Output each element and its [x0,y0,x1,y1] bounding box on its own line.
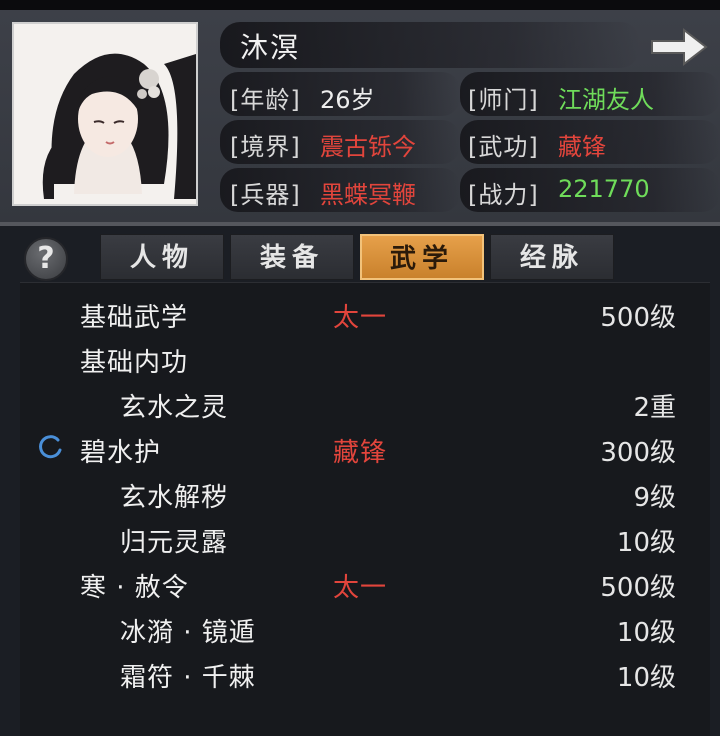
spinner-icon [39,435,62,459]
portrait-image [14,24,196,204]
skill-name: 碧水护 [80,438,162,468]
skill-name: 基础内功 [80,348,189,378]
skill-level: 500级 [600,303,676,333]
arrow-right-icon[interactable] [648,24,710,70]
sect-value: 江湖友人 [558,86,654,114]
realm-label: [境界] [230,133,301,161]
skill-row[interactable]: 寒 · 赦令 太一 500级 [0,567,720,611]
skill-level: 10级 [616,618,676,648]
realm-value: 震古铄今 [320,133,416,161]
skill-tag: 藏锋 [333,438,388,468]
tab-equipment[interactable]: 装备 [230,234,354,280]
skill-tag: 太一 [333,573,388,603]
skill-level: 10级 [616,528,676,558]
tab-meridians[interactable]: 经脉 [490,234,614,280]
skill-level: 300级 [600,438,676,468]
tab-character[interactable]: 人物 [100,234,224,280]
weapon-value: 黑蝶冥鞭 [320,181,416,209]
skill-name: 基础武学 [80,303,189,333]
character-portrait [12,22,198,206]
question-icon[interactable]: ? [24,237,68,281]
skill-level: 500级 [600,573,676,603]
skill-row[interactable]: 玄水解秽 9级 [0,477,720,521]
martial-value: 藏锋 [558,133,606,161]
sect-label: [师门] [468,86,539,114]
character-name: 沐溟 [240,31,301,64]
skill-row[interactable]: 冰漪 · 镜遁 10级 [0,612,720,656]
skill-row[interactable]: 归元灵露 10级 [0,522,720,566]
age-value: 26岁 [320,86,375,114]
age-label: [年龄] [230,86,301,114]
skill-row[interactable]: 基础武学 太一 500级 [0,297,720,341]
skill-name: 霜符 · 千棘 [120,663,256,693]
martial-label: [武功] [468,133,539,161]
skill-level: 9级 [633,483,676,513]
skill-row[interactable]: 玄水之灵 2重 [0,387,720,431]
skill-name: 寒 · 赦令 [80,573,189,603]
header-divider [0,222,720,226]
skill-level: 10级 [616,663,676,693]
character-header: 沐溟 [年龄] 26岁 [师门] 江湖友人 [境界] 震古铄今 [武功] 藏锋 … [0,10,720,224]
skill-name: 冰漪 · 镜遁 [120,618,256,648]
skill-level: 2重 [633,393,676,423]
skill-row[interactable]: 碧水护 藏锋 300级 [0,432,720,476]
skill-tag: 太一 [333,303,388,333]
skill-name: 玄水解秽 [120,483,229,513]
power-value: 221770 [558,175,650,203]
skill-name: 玄水之灵 [120,393,229,423]
skill-name: 归元灵露 [120,528,229,558]
top-edge [0,0,720,10]
tab-martial-arts[interactable]: 武学 [360,234,484,280]
skill-row[interactable]: 基础内功 [0,342,720,386]
skill-row[interactable]: 霜符 · 千棘 10级 [0,657,720,701]
weapon-label: [兵器] [230,181,301,209]
power-label: [战力] [468,181,539,209]
